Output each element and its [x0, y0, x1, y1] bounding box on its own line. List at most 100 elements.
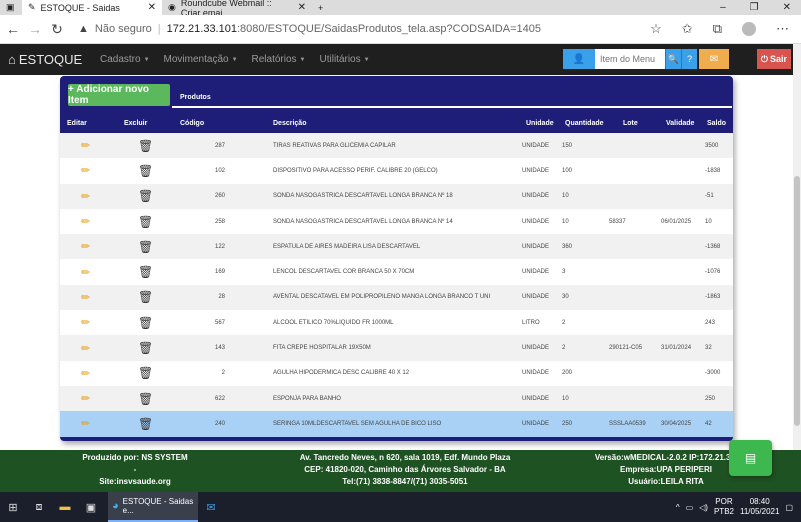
delete-trash-icon[interactable]: 🗑 — [138, 411, 153, 436]
back-arrow-icon[interactable]: ← — [4, 21, 22, 37]
delete-trash-icon[interactable]: 🗑 — [138, 158, 153, 183]
notifications-icon[interactable]: ▢ — [785, 503, 793, 512]
scrollbar-thumb[interactable] — [794, 176, 800, 426]
browser-tab-webmail[interactable]: ◉ Roundcube Webmail :: Criar emai ✕ — [162, 0, 312, 18]
profile-avatar[interactable] — [742, 22, 756, 36]
restore-window-button[interactable]: ❐ — [750, 2, 759, 13]
page-scrollbar[interactable] — [793, 44, 801, 450]
search-button[interactable]: 🔍 — [665, 49, 681, 69]
cell-balance: -1838 — [705, 167, 721, 174]
volume-icon[interactable]: ◁) — [699, 503, 708, 512]
brand-link[interactable]: ⌂ ESTOQUE — [8, 52, 86, 67]
table-row: ✏ 🗑 28 AVENTAL DESCATAVEL EM POLIPROPILENO … — [60, 284, 733, 311]
delete-trash-icon[interactable]: 🗑 — [138, 184, 153, 209]
tray-chevron-icon[interactable]: ^ — [676, 503, 680, 512]
language-indicator[interactable]: POR PTB2 — [714, 497, 734, 517]
menu-cadastro[interactable]: Cadastro ▼ — [100, 54, 150, 65]
cell-unit: UNIDADE — [522, 193, 550, 200]
edit-pencil-icon[interactable]: ✏ — [81, 335, 90, 360]
help-button[interactable]: ? — [681, 49, 697, 69]
menu-label: Utilitários — [319, 54, 361, 65]
mail-button[interactable]: ✉ — [699, 49, 729, 69]
cell-quantity: 3 — [562, 269, 566, 276]
close-tab-icon[interactable]: ✕ — [298, 2, 306, 13]
caret-down-icon: ▼ — [143, 56, 150, 63]
security-label: Não seguro — [94, 23, 152, 35]
cell-balance: -1368 — [705, 243, 721, 250]
add-item-button[interactable]: + Adicionar novo Item — [68, 84, 170, 106]
taskbar-clock[interactable]: 08:40 11/05/2021 — [740, 497, 779, 517]
reload-icon[interactable]: ↻ — [48, 21, 66, 38]
delete-trash-icon[interactable]: 🗑 — [138, 386, 153, 411]
cell-description: ALCOOL ETILICO 70%LIQUIDO FR 1000ML — [273, 319, 394, 326]
browser-tab-estoque[interactable]: ✎ ESTOQUE - Saidas ✕ — [22, 0, 162, 15]
edit-pencil-icon[interactable]: ✏ — [81, 285, 90, 310]
new-tab-button[interactable]: + — [312, 0, 329, 15]
report-fab-button[interactable]: ▤ — [729, 440, 772, 476]
brand-label: ESTOQUE — [18, 52, 83, 67]
edit-pencil-icon[interactable]: ✏ — [81, 386, 90, 411]
forward-arrow-icon[interactable]: → — [26, 21, 44, 37]
cell-unit: UNIDADE — [522, 395, 550, 402]
table-row: ✏ 🗑 2 AGULHA HIPODERMICA DESC CALIBRE 40 X … — [60, 360, 733, 386]
menu-search-input[interactable] — [595, 49, 665, 69]
delete-trash-icon[interactable]: 🗑 — [138, 361, 153, 386]
cell-unit: UNIDADE — [522, 269, 550, 276]
footer-user: Usuário:LEILA RITA — [628, 477, 704, 486]
tab-actions-icon[interactable]: ▣ — [0, 0, 22, 15]
cell-balance: 32 — [705, 345, 712, 352]
menu-relatorios[interactable]: Relatórios ▼ — [252, 54, 306, 65]
mail-app-icon[interactable]: ✉ — [198, 501, 224, 514]
file-explorer-icon[interactable]: ▬ — [52, 501, 78, 513]
more-options-icon[interactable]: ⋯ — [776, 21, 789, 37]
cell-code: 567 — [214, 319, 225, 326]
edit-pencil-icon[interactable]: ✏ — [81, 310, 90, 335]
edit-pencil-icon[interactable]: ✏ — [81, 361, 90, 386]
task-view-icon[interactable]: ⧈ — [26, 501, 52, 514]
footer-address: Av. Tancredo Neves, n 620, sala 1019, Ed… — [299, 453, 511, 462]
edit-pencil-icon[interactable]: ✏ — [81, 209, 90, 234]
table-row: ✏ 🗑 287 TIRAS REATIVAS PARA GLICEMIA CAPILA… — [60, 133, 733, 159]
edit-pencil-icon[interactable]: ✏ — [81, 133, 90, 158]
document-icon: ▤ — [744, 451, 757, 465]
delete-trash-icon[interactable]: 🗑 — [138, 133, 153, 158]
user-button[interactable]: 👤 — [563, 49, 595, 69]
delete-trash-icon[interactable]: 🗑 — [138, 209, 153, 234]
footer-cep: CEP: 41820-020, Caminho das Árvores Salv… — [304, 465, 506, 474]
cell-code: 2 — [221, 370, 225, 377]
delete-trash-icon[interactable]: 🗑 — [138, 285, 153, 310]
close-tab-icon[interactable]: ✕ — [148, 2, 156, 13]
logout-button[interactable]: ⏻ Sair — [757, 49, 791, 69]
warning-icon: ▲ — [78, 23, 89, 35]
menu-utilitarios[interactable]: Utilitários ▼ — [320, 54, 370, 65]
minimize-window-button[interactable]: – — [720, 2, 726, 13]
header-lot: Lote — [623, 120, 638, 127]
footer-center: Av. Tancredo Neves, n 620, sala 1019, Ed… — [270, 452, 540, 488]
collections-icon[interactable]: ⧉ — [713, 21, 722, 37]
edit-pencil-icon[interactable]: ✏ — [81, 158, 90, 183]
windows-start-icon[interactable]: ⊞ — [0, 501, 26, 514]
favorites-icon[interactable]: ✩ — [682, 21, 693, 37]
header-description: Descrição — [273, 120, 307, 127]
menu-movimentacao[interactable]: Movimentação ▼ — [164, 54, 238, 65]
store-icon[interactable]: ▣ — [78, 501, 104, 514]
delete-trash-icon[interactable]: 🗑 — [138, 259, 153, 284]
footer-phone: Tel:(71) 3838-8847/(71) 3035-5051 — [342, 477, 468, 486]
edit-pencil-icon[interactable]: ✏ — [81, 234, 90, 259]
reader-mode-icon[interactable]: ☆ — [650, 21, 662, 37]
close-window-button[interactable]: ✕ — [783, 2, 791, 13]
page-footer: Produzido por: NS SYSTEM - Site:insvsaud… — [0, 450, 801, 492]
url-field[interactable]: ▲ Não seguro | 172.21.33.101:8080/ESTOQU… — [78, 23, 578, 35]
edit-pencil-icon[interactable]: ✏ — [81, 259, 90, 284]
edit-pencil-icon[interactable]: ✏ — [81, 184, 90, 209]
edit-pencil-icon[interactable]: ✏ — [81, 411, 90, 436]
delete-trash-icon[interactable]: 🗑 — [138, 234, 153, 259]
taskbar-edge-task[interactable]: ◕ ESTOQUE - Saidas e... — [108, 492, 198, 522]
delete-trash-icon[interactable]: 🗑 — [138, 335, 153, 360]
cell-quantity: 30 — [562, 294, 569, 301]
network-icon[interactable]: ▭ — [686, 503, 694, 512]
lang-top: POR — [715, 497, 733, 506]
cell-description: LENCOL DESCARTAVEL COR BRANCA 50 X 70CM — [273, 269, 415, 276]
cell-description: SONDA NASOGASTRICA DESCARTAVEL LONGA BRA… — [273, 193, 453, 200]
delete-trash-icon[interactable]: 🗑 — [138, 310, 153, 335]
